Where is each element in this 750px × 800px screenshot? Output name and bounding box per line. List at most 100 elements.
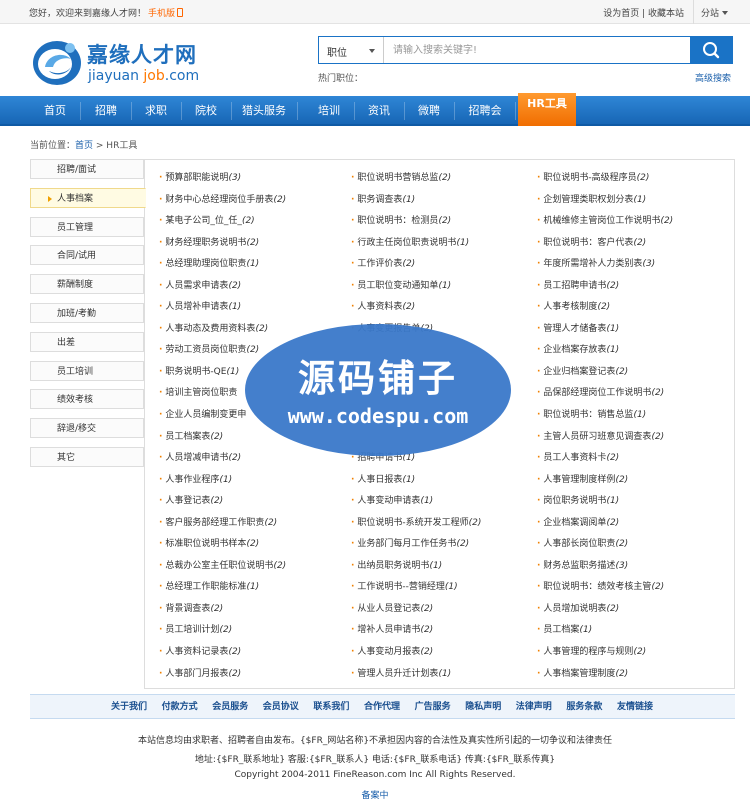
doc-link[interactable]: 劳动工资员岗位职责(2)	[159, 340, 286, 362]
sidebar-item-6[interactable]: 出差	[30, 331, 144, 352]
doc-link[interactable]: 职务调查表(1)	[351, 190, 481, 212]
doc-link[interactable]: 总裁办公室主任职位说明书(2)	[159, 556, 286, 578]
nav-item-3[interactable]: 院校	[183, 96, 229, 126]
nav-item-4[interactable]: 猎头服务	[233, 96, 295, 126]
doc-link[interactable]: 职位说明书-系统开发工程师(2)	[351, 513, 481, 535]
sidebar-item-7[interactable]: 员工培训	[30, 360, 144, 381]
nav-item-0[interactable]: 首页	[32, 96, 78, 126]
footer-link-5[interactable]: 合作代理	[364, 695, 400, 719]
doc-link[interactable]: 人事管理的程序与规则(2)	[537, 642, 673, 664]
doc-link[interactable]: 客户服务部经理工作职责(2)	[159, 513, 286, 535]
doc-link[interactable]: 工作评价表(2)	[351, 254, 481, 276]
doc-link[interactable]: 岗位职务说明书(1)	[537, 491, 673, 513]
sidebar-item-0[interactable]: 招聘/面试	[30, 159, 144, 179]
doc-link[interactable]: 财务总监职务描述(3)	[537, 556, 673, 578]
doc-link[interactable]: 员工人事资料卡(2)	[537, 448, 673, 470]
nav-item-9[interactable]: HR工具	[518, 93, 576, 126]
doc-link[interactable]: 人事考核制度(2)	[537, 297, 673, 319]
doc-link[interactable]: 财务经理职务说明书(2)	[159, 233, 286, 255]
doc-link[interactable]: 人员增补申请表(1)	[159, 297, 286, 319]
search-button[interactable]	[690, 37, 732, 63]
nav-item-2[interactable]: 求职	[133, 96, 179, 126]
doc-link[interactable]: 从业人员登记表(2)	[351, 599, 481, 621]
homepage-favorite-links[interactable]: 设为首页 | 收藏本站	[603, 6, 684, 19]
footer-icp-link[interactable]: 备案中	[0, 788, 750, 800]
mobile-version-link[interactable]: 手机版	[148, 6, 184, 19]
doc-link[interactable]: 企业人员编制变更申	[159, 405, 286, 427]
doc-link[interactable]: 培训主管岗位职责	[159, 383, 286, 405]
doc-link[interactable]: 预算部职能说明(3)	[159, 168, 286, 190]
footer-link-9[interactable]: 服务条款	[566, 695, 602, 719]
footer-link-3[interactable]: 会员协议	[263, 695, 299, 719]
doc-link[interactable]: 人事资料表(2)	[351, 297, 481, 319]
footer-link-8[interactable]: 法律声明	[516, 695, 552, 719]
doc-link[interactable]: 背景调查表(2)	[159, 599, 286, 621]
doc-link[interactable]: 人事变动月报表(2)	[351, 642, 481, 664]
doc-link[interactable]: 管理人才储备表(1)	[537, 319, 673, 341]
doc-link[interactable]: 职位说明书：绩效考核主管(2)	[537, 577, 673, 599]
doc-link[interactable]: 人员增加说明表(2)	[537, 599, 673, 621]
doc-link[interactable]: 财务中心总经理岗位手册表(2)	[159, 190, 286, 212]
doc-link[interactable]: 职位说明书：销售总监(1)	[537, 405, 673, 427]
doc-link[interactable]: 职位说明书：客户代表(2)	[537, 233, 673, 255]
doc-link[interactable]: 员工档案表(2)	[159, 427, 286, 449]
doc-link[interactable]: 某电子公司_位_任_(2)	[159, 211, 286, 233]
doc-link[interactable]: 出纳员职务说明书(1)	[351, 556, 481, 578]
nav-item-7[interactable]: 微聘	[406, 96, 452, 126]
footer-link-4[interactable]: 联系我们	[313, 695, 349, 719]
doc-link[interactable]: 人事管理制度样例(2)	[537, 470, 673, 492]
doc-link[interactable]: 人事变动申请表(1)	[351, 491, 481, 513]
doc-link[interactable]: 员工招聘申请书(2)	[537, 276, 673, 298]
doc-link[interactable]: 行政主任岗位职责说明书(1)	[351, 233, 481, 255]
doc-link[interactable]: 人事档案管理制度(2)	[537, 664, 673, 686]
doc-link[interactable]: 人事动态及费用资料表(2)	[159, 319, 286, 341]
doc-link[interactable]: 总经理助理岗位职责(1)	[159, 254, 286, 276]
doc-link[interactable]: 企业档案调阅单(2)	[537, 513, 673, 535]
doc-link[interactable]: 人事资料记录表(2)	[159, 642, 286, 664]
doc-link[interactable]: 人事变更报告单(2)	[351, 319, 481, 341]
doc-link[interactable]: 企业档案存放表(1)	[537, 340, 673, 362]
doc-link[interactable]: 职位说明书-高级程序员(2)	[537, 168, 673, 190]
footer-link-1[interactable]: 付款方式	[162, 695, 198, 719]
doc-link[interactable]: 员工档案(1)	[537, 620, 673, 642]
doc-link[interactable]: 人事部长岗位职责(2)	[537, 534, 673, 556]
doc-link[interactable]: 总经理工作职能标准(1)	[159, 577, 286, 599]
sidebar-item-1[interactable]: 人事档案	[30, 187, 146, 208]
substation-dropdown[interactable]: 分站	[701, 6, 728, 19]
doc-link[interactable]: 人事日报表(1)	[351, 470, 481, 492]
sidebar-item-3[interactable]: 合同/试用	[30, 245, 144, 266]
doc-link[interactable]: 招聘申请书(1)	[351, 448, 481, 470]
doc-link[interactable]: 工作说明书--营销经理(1)	[351, 577, 481, 599]
sidebar-item-5[interactable]: 加班/考勤	[30, 302, 144, 323]
footer-link-7[interactable]: 隐私声明	[465, 695, 501, 719]
breadcrumb-home-link[interactable]: 首页	[75, 141, 93, 151]
nav-item-5[interactable]: 培训	[306, 96, 352, 126]
sidebar-item-9[interactable]: 辞退/移交	[30, 418, 144, 439]
doc-link[interactable]: 职务说明书-QE(1)	[159, 362, 286, 384]
doc-link[interactable]: 员工职位变动通知单(1)	[351, 276, 481, 298]
doc-link[interactable]: 机械维修主管岗位工作说明书(2)	[537, 211, 673, 233]
nav-item-8[interactable]: 招聘会	[457, 96, 513, 126]
sidebar-item-2[interactable]: 员工管理	[30, 216, 144, 237]
search-category-select[interactable]: 职位	[319, 37, 384, 63]
doc-link[interactable]: 业务部门每月工作任务书(2)	[351, 534, 481, 556]
footer-link-10[interactable]: 友情链接	[617, 695, 653, 719]
doc-link[interactable]: 职位说明书：检测员(2)	[351, 211, 481, 233]
sidebar-item-10[interactable]: 其它	[30, 446, 144, 467]
doc-link[interactable]: 人事作业程序(1)	[159, 470, 286, 492]
doc-link[interactable]: 员工培训计划(2)	[159, 620, 286, 642]
footer-link-2[interactable]: 会员服务	[212, 695, 248, 719]
doc-link[interactable]: 年度所需增补人力类别表(3)	[537, 254, 673, 276]
doc-link[interactable]: 人员增减申请书(2)	[159, 448, 286, 470]
doc-link[interactable]: 品保部经理岗位工作说明书(2)	[537, 383, 673, 405]
doc-link[interactable]: 人事登记表(2)	[159, 491, 286, 513]
sidebar-item-4[interactable]: 薪酬制度	[30, 274, 144, 295]
nav-item-6[interactable]: 资讯	[356, 96, 402, 126]
doc-link[interactable]: 增补人员申请书(2)	[351, 620, 481, 642]
doc-link[interactable]: 人事部门月报表(2)	[159, 664, 286, 686]
sidebar-item-8[interactable]: 绩效考核	[30, 389, 144, 410]
doc-link[interactable]: 标准职位说明书样本(2)	[159, 534, 286, 556]
doc-link[interactable]: 企划管理类职权划分表(1)	[537, 190, 673, 212]
doc-link[interactable]: 主管人员研习班意见调查表(2)	[537, 427, 673, 449]
advanced-search-link[interactable]: 高级搜索	[695, 71, 731, 84]
